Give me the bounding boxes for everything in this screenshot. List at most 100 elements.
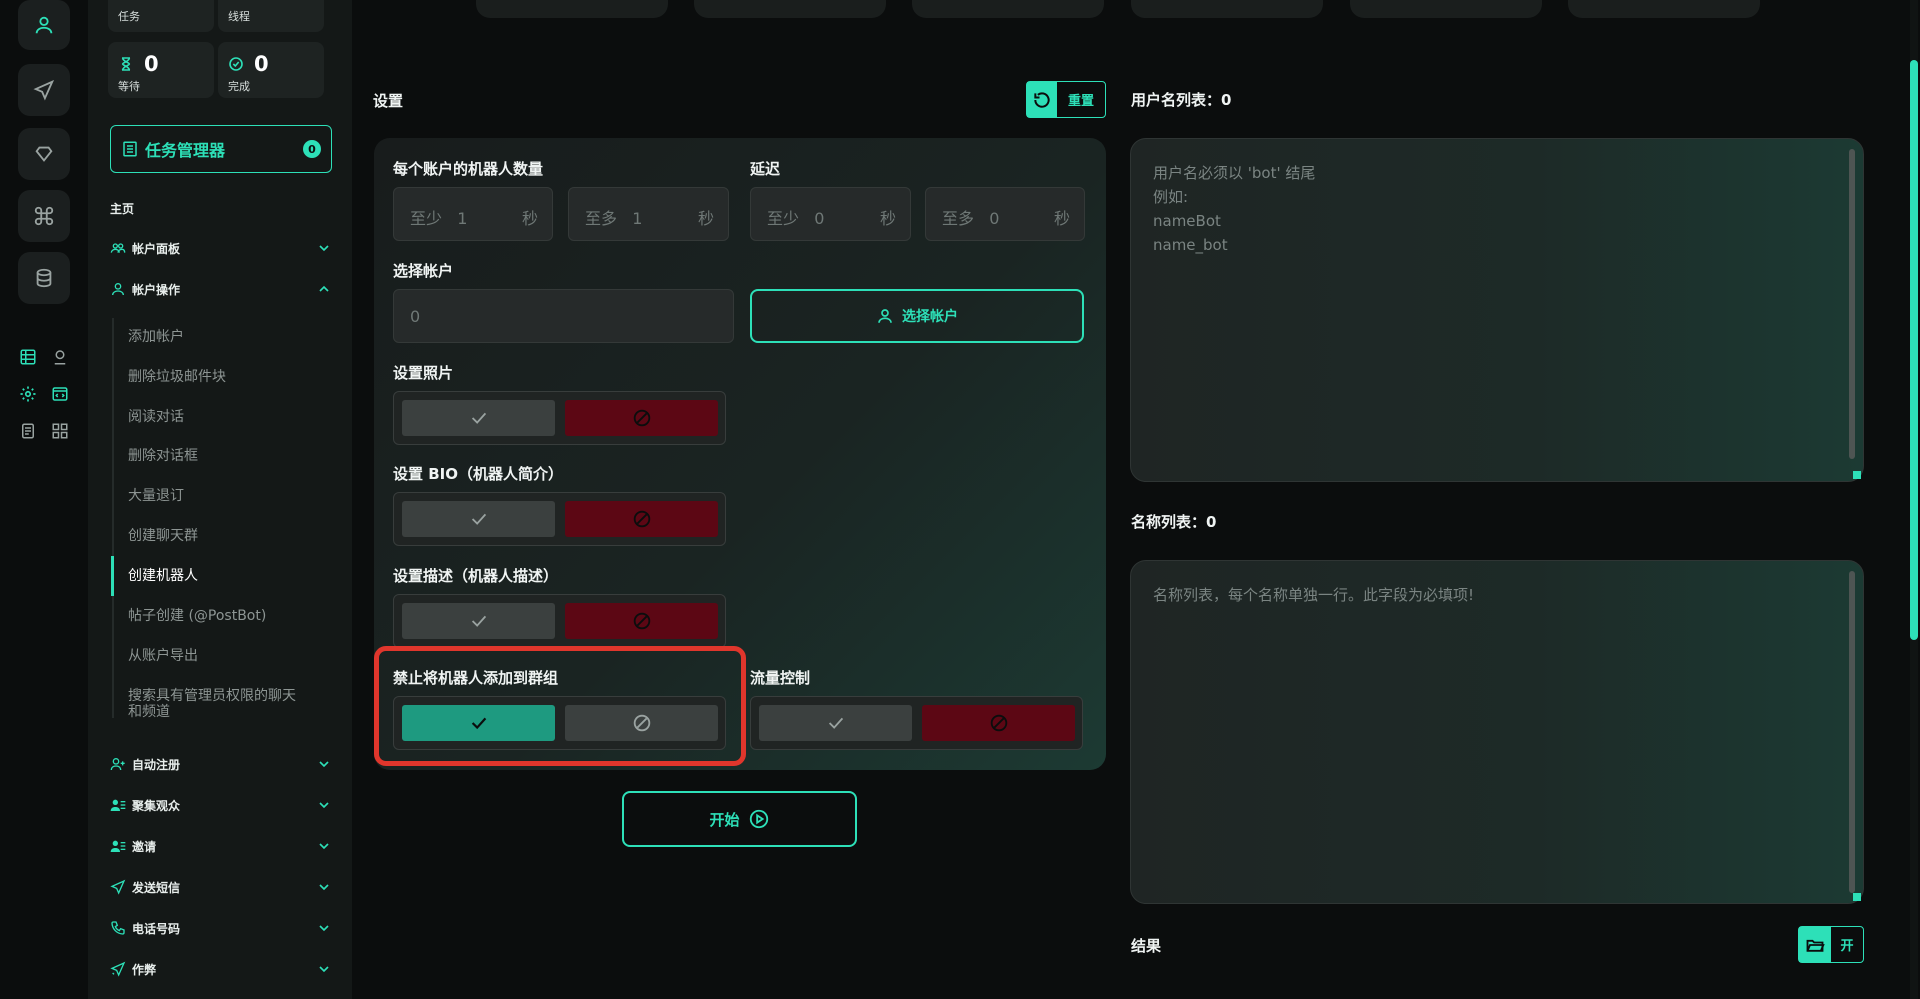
sub-item-delete-spam-block[interactable]: 删除垃圾邮件块 <box>128 369 328 385</box>
task-list-icon <box>123 141 137 157</box>
block-icon <box>633 510 650 528</box>
threads-stat: 线程 <box>218 0 324 32</box>
done-stat: 0 完成 <box>218 42 324 98</box>
top-tab-2[interactable] <box>694 0 886 18</box>
folder-open-icon <box>1806 939 1825 952</box>
names-scrollbar[interactable] <box>1849 571 1855 893</box>
block-groups-toggle <box>393 696 726 750</box>
waiting-count: 0 <box>144 52 159 76</box>
set-photo-yes-button[interactable] <box>402 400 555 436</box>
set-description-yes-button[interactable] <box>402 603 555 639</box>
send-icon[interactable] <box>18 64 70 116</box>
home-section-title: 主页 <box>110 202 135 216</box>
block-icon <box>633 409 650 427</box>
heart-icon[interactable] <box>18 128 70 180</box>
check-icon <box>471 615 486 627</box>
top-tab-3[interactable] <box>912 0 1104 18</box>
nav-account-ops[interactable]: 帐户操作 <box>110 277 332 301</box>
nav-auto-register-label: 自动注册 <box>132 757 181 772</box>
page-scrollbar-thumb[interactable] <box>1910 60 1918 640</box>
nav-auto-register[interactable]: 自动注册 <box>110 752 332 776</box>
resize-handle[interactable] <box>1853 471 1861 479</box>
set-bio-toggle <box>393 492 726 546</box>
set-photo-label: 设置照片 <box>393 364 454 382</box>
nav-account-panel[interactable]: 帐户面板 <box>110 236 332 260</box>
set-bio-yes-button[interactable] <box>402 501 555 537</box>
flow-control-toggle <box>750 696 1083 750</box>
sub-item-add-account[interactable]: 添加帐户 <box>128 329 328 345</box>
task-manager-button[interactable]: 任务管理器 0 <box>110 125 332 173</box>
send-icon <box>110 879 126 895</box>
select-account-button[interactable]: 选择帐户 <box>750 289 1084 343</box>
chevron-down-icon <box>319 802 329 809</box>
tasks-label: 任务 <box>118 10 140 23</box>
sub-item-mass-unsubscribe[interactable]: 大量退订 <box>128 488 328 504</box>
reset-label: 重置 <box>1067 94 1094 109</box>
account-icon[interactable] <box>50 347 70 367</box>
nav-gather-audience[interactable]: 聚集观众 <box>110 793 332 817</box>
flow-control-no-button[interactable] <box>922 705 1075 741</box>
block-groups-yes-button[interactable] <box>402 705 555 741</box>
refresh-icon <box>1034 91 1050 108</box>
list-icon[interactable] <box>18 347 38 367</box>
delay-min-field[interactable]: 至少 0 秒 <box>750 187 911 241</box>
usernames-textarea[interactable]: 用户名必须以 'bot' 结尾 例如: nameBot name_bot <box>1130 138 1864 482</box>
command-icon[interactable] <box>18 190 70 242</box>
user-icon[interactable] <box>18 0 70 50</box>
chevron-down-icon <box>319 761 329 768</box>
sub-item-export[interactable]: 从账户导出 <box>128 648 328 664</box>
nav-account-panel-label: 帐户面板 <box>132 241 181 256</box>
done-label: 完成 <box>228 80 250 93</box>
top-tab-6[interactable] <box>1568 0 1760 18</box>
submenu-line <box>112 318 114 718</box>
chevron-down-icon <box>319 843 329 850</box>
usernames-scrollbar[interactable] <box>1849 149 1855 459</box>
user-list-icon <box>110 840 126 852</box>
open-result-button[interactable]: 开 <box>1798 926 1864 963</box>
code-icon[interactable] <box>50 384 70 404</box>
nav-phone-numbers[interactable]: 电话号码 <box>110 916 332 940</box>
bots-max-field[interactable]: 至多 1 秒 <box>568 187 729 241</box>
top-tab-1[interactable] <box>476 0 668 18</box>
bots-min-field[interactable]: 至少 1 秒 <box>393 187 553 241</box>
sub-item-postbot[interactable]: 帖子创建 (@PostBot) <box>128 608 328 624</box>
apps-icon[interactable] <box>50 421 70 441</box>
names-textarea[interactable]: 名称列表，每个名称单独一行。此字段为必填项! <box>1130 560 1864 904</box>
nav-cheat[interactable]: 作弊 <box>110 957 332 981</box>
top-tab-5[interactable] <box>1350 0 1542 18</box>
set-bio-label: 设置 BIO（机器人简介） <box>393 465 563 483</box>
start-button[interactable]: 开始 <box>622 791 857 847</box>
note-icon[interactable] <box>18 421 38 441</box>
sub-item-create-bot[interactable]: 创建机器人 <box>128 568 328 584</box>
top-tab-4[interactable] <box>1131 0 1323 18</box>
resize-handle[interactable] <box>1853 893 1861 901</box>
delay-max-field[interactable]: 至多 0 秒 <box>925 187 1085 241</box>
sub-item-delete-dialogs[interactable]: 删除对话框 <box>128 448 328 464</box>
set-bio-no-button[interactable] <box>565 501 718 537</box>
users-icon <box>110 243 126 253</box>
delay-max-placeholder: 至多 0 <box>942 209 1000 228</box>
sidebar: 任务 线程 0 等待 0 完成 任务管理器 0 主页 帐户面板 帐户操作 添加帐… <box>88 0 352 999</box>
submenu-active-indicator <box>111 556 114 596</box>
flow-control-yes-button[interactable] <box>759 705 912 741</box>
sub-item-search-admin-chats[interactable]: 搜索具有管理员权限的聊天和频道 <box>128 688 308 720</box>
account-count-field[interactable]: 0 <box>393 289 734 343</box>
done-count: 0 <box>254 52 269 76</box>
gear-icon[interactable] <box>18 384 38 404</box>
block-icon <box>990 714 1007 732</box>
check-icon <box>471 513 486 525</box>
account-count-value: 0 <box>410 307 421 326</box>
sub-item-read-dialogs[interactable]: 阅读对话 <box>128 409 328 425</box>
sub-item-create-group[interactable]: 创建聊天群 <box>128 528 328 544</box>
nav-invite[interactable]: 邀请 <box>110 834 332 858</box>
names-title: 名称列表：0 <box>1131 513 1217 531</box>
block-groups-no-button[interactable] <box>565 705 718 741</box>
set-photo-no-button[interactable] <box>565 400 718 436</box>
result-title: 结果 <box>1131 937 1162 955</box>
database-icon[interactable] <box>18 252 70 304</box>
nav-send-sms[interactable]: 发送短信 <box>110 875 332 899</box>
delay-max-unit: 秒 <box>1053 209 1070 228</box>
set-description-no-button[interactable] <box>565 603 718 639</box>
nav-invite-label: 邀请 <box>132 839 157 854</box>
reset-button[interactable]: 重置 <box>1026 81 1106 118</box>
